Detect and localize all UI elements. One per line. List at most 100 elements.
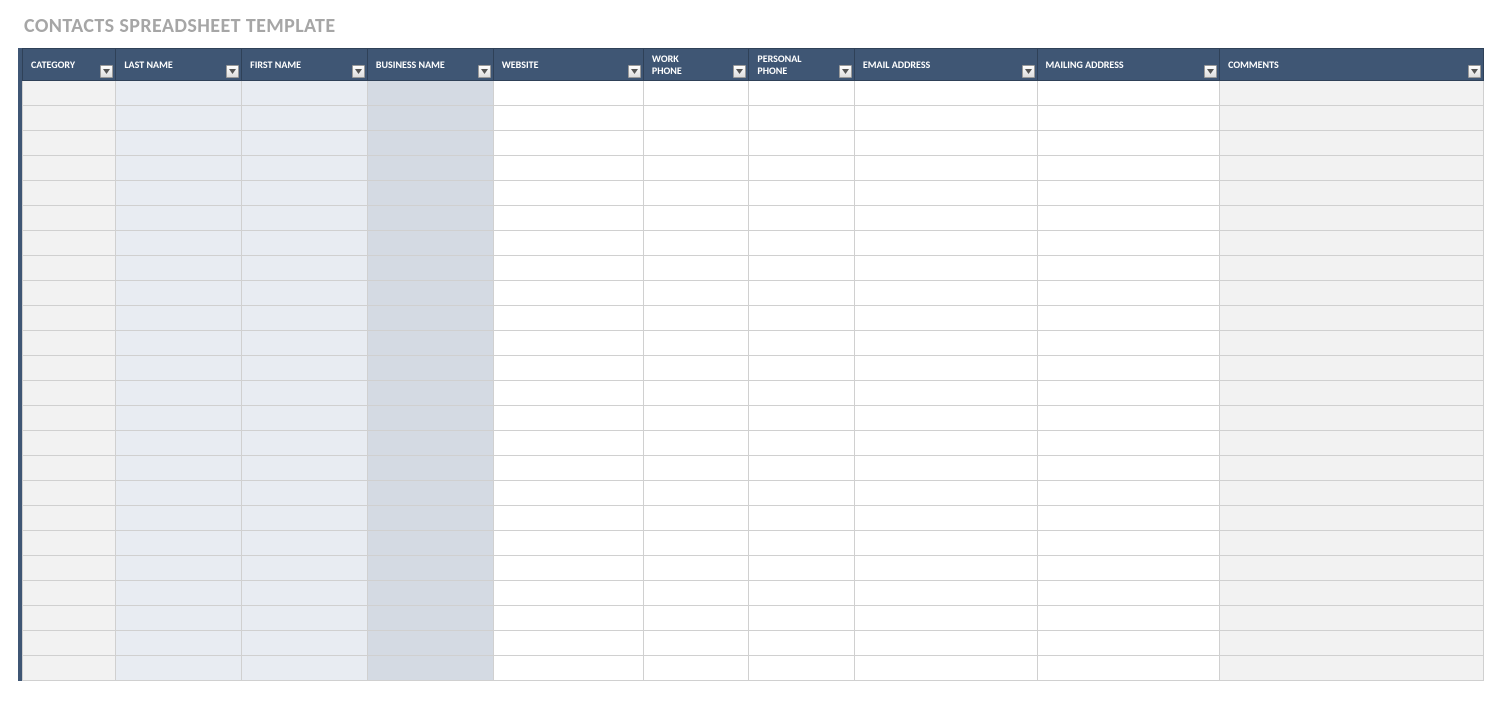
cell-category[interactable] (23, 256, 116, 281)
cell-personalphone[interactable] (749, 206, 855, 231)
cell-email[interactable] (854, 181, 1037, 206)
cell-workphone[interactable] (643, 456, 749, 481)
cell-personalphone[interactable] (749, 456, 855, 481)
cell-personalphone[interactable] (749, 606, 855, 631)
filter-dropdown-icon[interactable] (226, 65, 239, 78)
cell-email[interactable] (854, 306, 1037, 331)
cell-workphone[interactable] (643, 306, 749, 331)
filter-dropdown-icon[interactable] (1022, 65, 1035, 78)
cell-lastname[interactable] (116, 156, 242, 181)
cell-lastname[interactable] (116, 631, 242, 656)
cell-firstname[interactable] (242, 81, 368, 106)
cell-businessname[interactable] (367, 206, 493, 231)
cell-lastname[interactable] (116, 281, 242, 306)
cell-email[interactable] (854, 656, 1037, 681)
cell-category[interactable] (23, 156, 116, 181)
cell-workphone[interactable] (643, 181, 749, 206)
cell-lastname[interactable] (116, 656, 242, 681)
cell-category[interactable] (23, 206, 116, 231)
cell-firstname[interactable] (242, 631, 368, 656)
cell-website[interactable] (493, 81, 643, 106)
cell-category[interactable] (23, 381, 116, 406)
cell-email[interactable] (854, 406, 1037, 431)
cell-lastname[interactable] (116, 256, 242, 281)
cell-mailing[interactable] (1037, 556, 1220, 581)
cell-personalphone[interactable] (749, 106, 855, 131)
filter-dropdown-icon[interactable] (733, 65, 746, 78)
column-header-category[interactable]: CATEGORY (23, 49, 116, 81)
cell-workphone[interactable] (643, 231, 749, 256)
cell-personalphone[interactable] (749, 181, 855, 206)
cell-comments[interactable] (1220, 456, 1484, 481)
cell-lastname[interactable] (116, 481, 242, 506)
cell-firstname[interactable] (242, 206, 368, 231)
cell-website[interactable] (493, 506, 643, 531)
cell-website[interactable] (493, 106, 643, 131)
cell-comments[interactable] (1220, 306, 1484, 331)
cell-category[interactable] (23, 106, 116, 131)
column-header-lastname[interactable]: LAST NAME (116, 49, 242, 81)
cell-mailing[interactable] (1037, 606, 1220, 631)
cell-firstname[interactable] (242, 606, 368, 631)
filter-dropdown-icon[interactable] (839, 65, 852, 78)
cell-personalphone[interactable] (749, 531, 855, 556)
cell-mailing[interactable] (1037, 581, 1220, 606)
cell-personalphone[interactable] (749, 281, 855, 306)
cell-businessname[interactable] (367, 606, 493, 631)
cell-category[interactable] (23, 531, 116, 556)
cell-website[interactable] (493, 356, 643, 381)
cell-lastname[interactable] (116, 81, 242, 106)
column-header-website[interactable]: WEBSITE (493, 49, 643, 81)
cell-mailing[interactable] (1037, 431, 1220, 456)
cell-workphone[interactable] (643, 556, 749, 581)
cell-businessname[interactable] (367, 656, 493, 681)
cell-mailing[interactable] (1037, 306, 1220, 331)
cell-lastname[interactable] (116, 531, 242, 556)
cell-category[interactable] (23, 306, 116, 331)
cell-lastname[interactable] (116, 581, 242, 606)
cell-workphone[interactable] (643, 631, 749, 656)
cell-email[interactable] (854, 331, 1037, 356)
cell-email[interactable] (854, 156, 1037, 181)
cell-businessname[interactable] (367, 181, 493, 206)
cell-workphone[interactable] (643, 381, 749, 406)
cell-email[interactable] (854, 381, 1037, 406)
cell-mailing[interactable] (1037, 81, 1220, 106)
column-header-personalphone[interactable]: PERSONALPHONE (749, 49, 855, 81)
cell-mailing[interactable] (1037, 406, 1220, 431)
cell-website[interactable] (493, 331, 643, 356)
cell-firstname[interactable] (242, 531, 368, 556)
cell-businessname[interactable] (367, 81, 493, 106)
cell-personalphone[interactable] (749, 231, 855, 256)
cell-personalphone[interactable] (749, 331, 855, 356)
column-header-comments[interactable]: COMMENTS (1220, 49, 1484, 81)
cell-workphone[interactable] (643, 656, 749, 681)
cell-mailing[interactable] (1037, 456, 1220, 481)
cell-mailing[interactable] (1037, 381, 1220, 406)
cell-businessname[interactable] (367, 131, 493, 156)
cell-comments[interactable] (1220, 131, 1484, 156)
filter-dropdown-icon[interactable] (100, 65, 113, 78)
cell-workphone[interactable] (643, 581, 749, 606)
cell-website[interactable] (493, 231, 643, 256)
cell-mailing[interactable] (1037, 656, 1220, 681)
cell-workphone[interactable] (643, 606, 749, 631)
cell-email[interactable] (854, 531, 1037, 556)
cell-personalphone[interactable] (749, 581, 855, 606)
cell-category[interactable] (23, 656, 116, 681)
cell-mailing[interactable] (1037, 356, 1220, 381)
cell-businessname[interactable] (367, 231, 493, 256)
filter-dropdown-icon[interactable] (1468, 65, 1481, 78)
cell-firstname[interactable] (242, 456, 368, 481)
cell-firstname[interactable] (242, 156, 368, 181)
cell-comments[interactable] (1220, 256, 1484, 281)
cell-workphone[interactable] (643, 531, 749, 556)
cell-mailing[interactable] (1037, 631, 1220, 656)
cell-comments[interactable] (1220, 656, 1484, 681)
cell-businessname[interactable] (367, 631, 493, 656)
cell-lastname[interactable] (116, 106, 242, 131)
cell-mailing[interactable] (1037, 506, 1220, 531)
cell-comments[interactable] (1220, 631, 1484, 656)
cell-website[interactable] (493, 256, 643, 281)
cell-category[interactable] (23, 581, 116, 606)
